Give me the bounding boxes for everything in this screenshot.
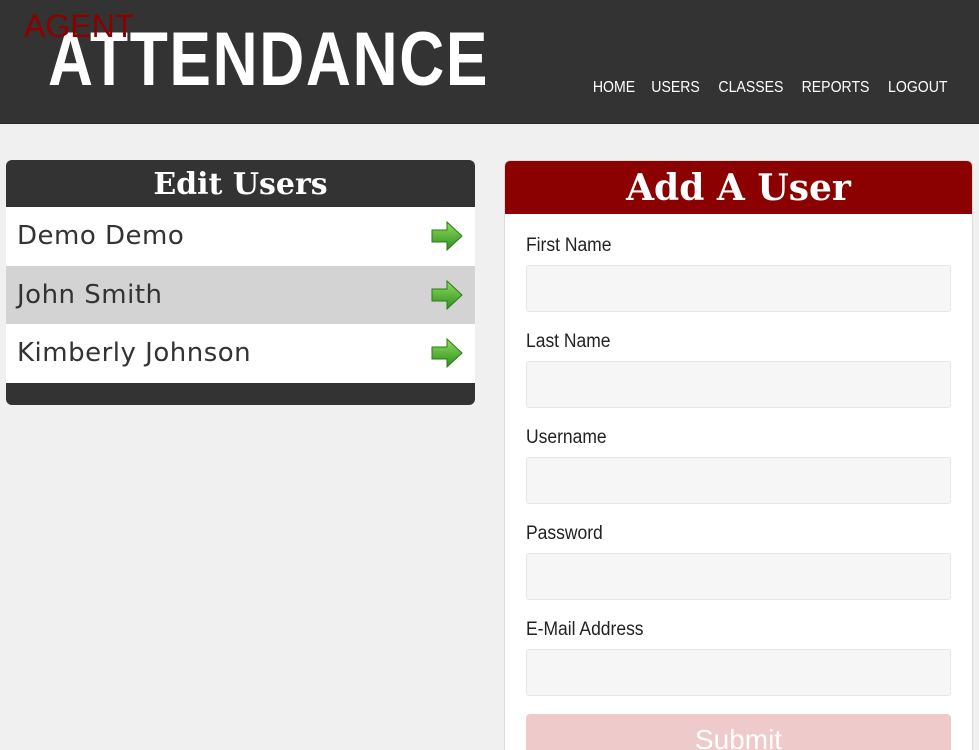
main-nav: HOME USERS CLASSES REPORTS LOGOUT (590, 79, 952, 97)
arrow-right-icon[interactable] (431, 221, 463, 252)
first-name-input[interactable] (526, 265, 951, 312)
last-name-input[interactable] (526, 361, 951, 408)
first-name-label: First Name (526, 235, 612, 256)
nav-logout-link[interactable]: LOGOUT (888, 79, 947, 97)
password-input[interactable] (526, 553, 951, 600)
username-field-group: Username (526, 426, 951, 504)
user-list: Demo Demo John Smith Kimberly Johnson (6, 207, 475, 383)
user-row-john-smith[interactable]: John Smith (6, 265, 475, 324)
nav-reports-link[interactable]: REPORTS (802, 79, 870, 97)
first-name-field-group: First Name (526, 234, 951, 312)
nav-home-link[interactable]: HOME (593, 79, 635, 97)
user-name: Kimberly Johnson (17, 338, 252, 369)
user-row-demo-demo[interactable]: Demo Demo (6, 207, 475, 266)
nav-classes-link[interactable]: CLASSES (718, 79, 783, 97)
user-row-kimberly-johnson[interactable]: Kimberly Johnson (6, 324, 475, 383)
last-name-label: Last Name (526, 331, 611, 352)
password-field-group: Password (526, 522, 951, 600)
add-user-form: First Name Last Name Username Password E… (505, 214, 972, 750)
add-user-title: Add A User (505, 161, 972, 214)
email-input[interactable] (526, 649, 951, 696)
password-label: Password (526, 523, 603, 544)
edit-users-title: Edit Users (153, 167, 328, 202)
arrow-right-icon[interactable] (431, 279, 463, 310)
submit-button[interactable]: Submit (526, 714, 951, 750)
add-user-panel: Add A User First Name Last Name Username… (504, 160, 973, 750)
username-input[interactable] (526, 457, 951, 504)
user-name: John Smith (17, 279, 163, 310)
edit-users-panel: Edit Users Demo Demo John Smith Kimberly… (6, 160, 475, 405)
header: AGENT ATTENDANCE HOME USERS CLASSES REPO… (0, 0, 979, 124)
logo-agent-text: AGENT (24, 8, 135, 44)
user-name: Demo Demo (17, 221, 185, 252)
username-label: Username (526, 427, 607, 448)
last-name-field-group: Last Name (526, 330, 951, 408)
email-field-group: E-Mail Address (526, 618, 951, 696)
arrow-right-icon[interactable] (431, 338, 463, 369)
nav-users-link[interactable]: USERS (652, 79, 701, 97)
email-label: E-Mail Address (526, 619, 644, 640)
